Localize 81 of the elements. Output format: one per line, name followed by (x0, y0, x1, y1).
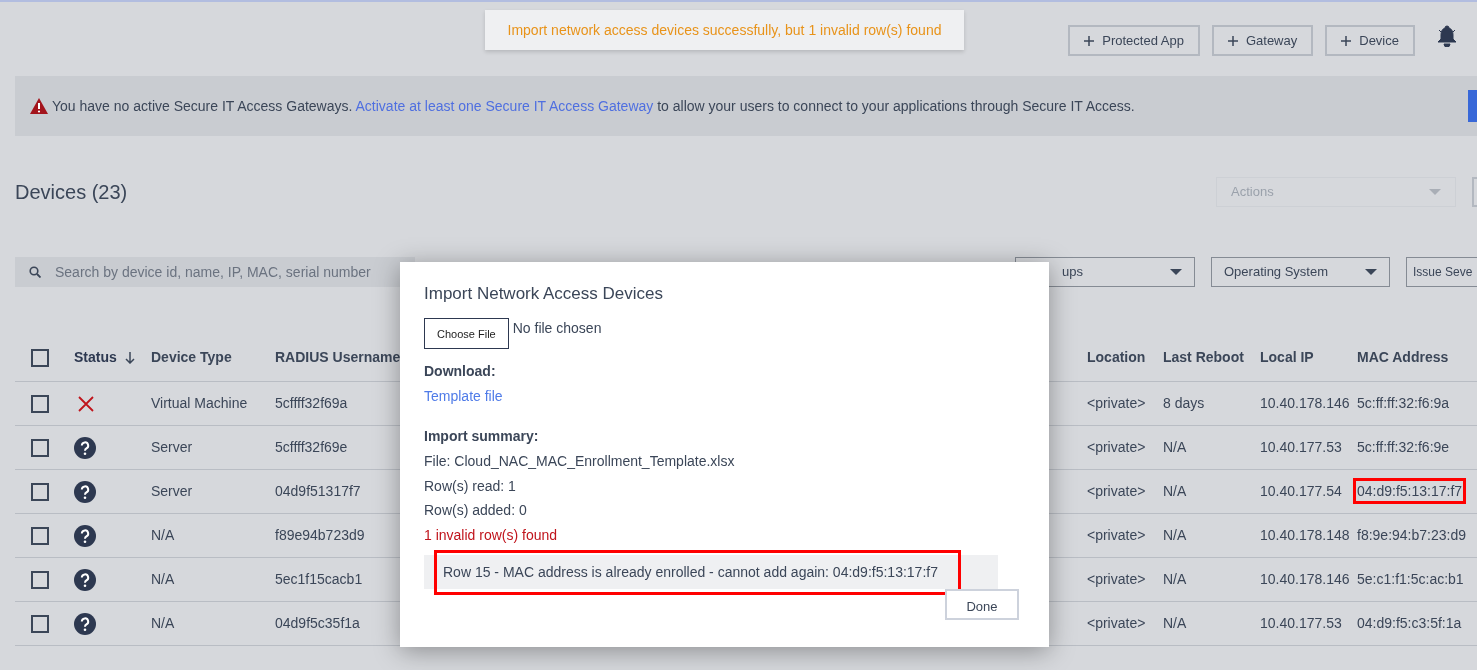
filter-dropdown[interactable]: Operating System (1211, 257, 1390, 287)
filter-dropdown[interactable]: Issue Seve (1406, 257, 1477, 287)
row-checkbox[interactable] (31, 394, 49, 413)
table-cell: 04d9f5c35f1a (275, 615, 360, 631)
table-cell: N/A (151, 615, 175, 631)
table-cell: Server (151, 439, 193, 455)
table-cell: 10.40.178.148 (1260, 527, 1350, 543)
table-cell: N/A (151, 527, 175, 543)
table-cell: <private> (1087, 527, 1146, 543)
table-cell: 5e:c1:f1:5c:ac:b1 (1357, 571, 1464, 587)
plus-icon (1227, 35, 1238, 46)
notification-toast: Import network access devices successfully, but 1 invalid row(s) found (485, 10, 964, 50)
table-cell: 5c:ff:ff:32:f6:9a (1357, 395, 1450, 411)
banner-message: You have no active Secure IT Access Gateways. Activate at least one Secure IT Access Gateway to allow your users to connect to your applications through Secure IT Access. (52, 96, 1135, 116)
table-cell: 10.40.177.53 (1260, 439, 1342, 455)
table-cell: 5cffff32f69a (275, 395, 348, 411)
row-checkbox[interactable] (31, 526, 49, 545)
row-checkbox[interactable] (31, 482, 49, 501)
caret-icon (1170, 269, 1182, 275)
caret-icon (1429, 189, 1441, 195)
done-button[interactable]: Done (945, 589, 1019, 621)
summary-label: Import summary: (424, 427, 540, 447)
column-header[interactable]: MAC Address (1357, 349, 1449, 365)
column-header[interactable]: RADIUS Username (275, 349, 401, 365)
select-all-checkbox[interactable] (31, 348, 49, 367)
table-cell: <private> (1087, 395, 1146, 411)
column-header[interactable]: Location (1087, 349, 1146, 365)
table-cell: N/A (1163, 571, 1187, 587)
summary-text: Row(s) read: 1 (424, 476, 517, 496)
table-cell: 04:d9:f5:c3:5f:1a (1357, 615, 1462, 631)
table-cell: 10.40.178.146 (1260, 395, 1350, 411)
column-header[interactable]: Last Reboot (1163, 349, 1244, 365)
table-cell: <private> (1087, 615, 1146, 631)
table-cell: 10.40.178.146 (1260, 571, 1350, 587)
caret-icon (1365, 269, 1377, 275)
bell-icon[interactable] (1437, 25, 1457, 47)
row-checkbox[interactable] (31, 614, 49, 633)
table-cell: 5ec1f15cacb1 (275, 571, 363, 587)
invalid-summary: 1 invalid row(s) found (424, 525, 559, 545)
page-title: Devices (23) (15, 180, 128, 204)
table-cell: Server (151, 483, 193, 499)
error-message: Row 15 - MAC address is already enrolled - cannot add again: 04:d9:f5:13:17:f7 (434, 549, 961, 595)
summary-text: File: Cloud_NAC_MAC_Enrollment_Template.xlsx (424, 452, 736, 472)
plus-icon (1084, 35, 1095, 46)
table-cell: N/A (1163, 439, 1187, 455)
table-cell: Virtual Machine (151, 395, 248, 411)
table-cell: <private> (1087, 439, 1146, 455)
dialog-title: Import Network Access Devices (424, 284, 664, 305)
table-cell: <private> (1087, 483, 1146, 499)
add-button[interactable]: Gateway (1211, 25, 1314, 56)
table-cell: 8 days (1163, 395, 1205, 411)
table-cell: N/A (1163, 615, 1187, 631)
table-cell: N/A (1163, 483, 1187, 499)
table-cell: N/A (1163, 527, 1187, 543)
column-header[interactable]: Device Type (151, 349, 232, 365)
table-cell: N/A (151, 571, 175, 587)
table-cell: 04d9f51317f7 (275, 483, 361, 499)
table-cell: 5cffff32f69e (275, 439, 348, 455)
add-button[interactable]: Device (1325, 25, 1415, 56)
search-field[interactable]: Search by device id, name, IP, MAC, serial number (15, 257, 415, 287)
warning-icon (30, 98, 48, 114)
download-label: Download: (424, 362, 497, 382)
table-cell: <private> (1087, 571, 1146, 587)
column-header[interactable]: Status (74, 347, 117, 368)
row-checkbox[interactable] (31, 438, 49, 457)
template-link[interactable]: Template file (424, 388, 503, 405)
table-cell: f8:9e:94:b7:23:d9 (1357, 527, 1466, 543)
row-checkbox[interactable] (31, 570, 49, 589)
column-header[interactable]: Local IP (1260, 349, 1314, 365)
table-cell: 10.40.177.54 (1260, 483, 1342, 499)
sort-arrow-icon (124, 351, 135, 364)
summary-text: Row(s) added: 0 (424, 501, 528, 521)
table-cell: 5c:ff:ff:32:f6:9e (1357, 439, 1450, 455)
choose-file-button[interactable]: Choose File (424, 318, 509, 350)
plus-icon (1341, 35, 1352, 46)
file-status: No file chosen (512, 319, 602, 339)
table-cell: 10.40.177.53 (1260, 615, 1342, 631)
table-cell: 04:d9:f5:13:17:f7 (1353, 478, 1467, 504)
add-button[interactable]: Protected App (1068, 25, 1200, 56)
search-icon (29, 266, 41, 278)
table-cell: f89e94b723d9 (275, 527, 365, 543)
